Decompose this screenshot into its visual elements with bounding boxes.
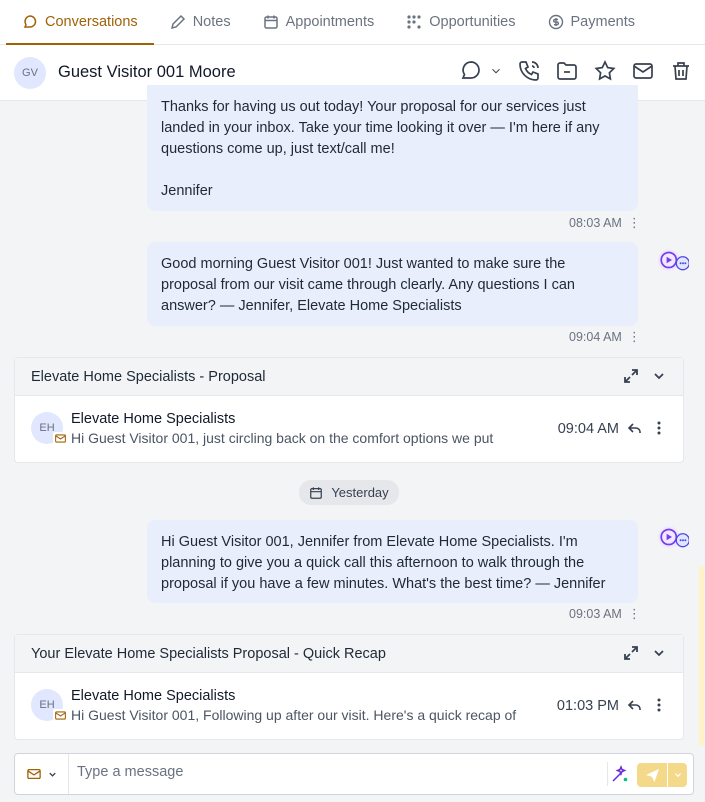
- email-subject: Elevate Home Specialists - Proposal: [31, 368, 266, 385]
- tab-appointments[interactable]: Appointments: [247, 0, 391, 44]
- more-icon[interactable]: ⋮: [628, 215, 641, 231]
- message-composer: [14, 753, 694, 795]
- message-meta: 08:03 AM ⋮: [569, 215, 641, 231]
- star-button[interactable]: [593, 59, 617, 83]
- message-bubble: Hi Guest Visitor 001, Jennifer from Elev…: [147, 520, 638, 603]
- tab-conversations[interactable]: Conversations: [6, 0, 154, 45]
- message-input[interactable]: [77, 764, 597, 780]
- folder-button[interactable]: [555, 59, 579, 83]
- chat-select-icon: [461, 61, 480, 79]
- message-text: Good morning Guest Visitor 001! Just wan…: [161, 256, 575, 314]
- sender-avatar: EH: [31, 689, 67, 721]
- email-subject: Your Elevate Home Specialists Proposal -…: [31, 645, 386, 662]
- tab-payments[interactable]: Payments: [532, 0, 651, 44]
- email-time: 09:04 AM: [557, 421, 619, 437]
- date-label: Yesterday: [331, 485, 389, 500]
- email-thread-card[interactable]: Your Elevate Home Specialists Proposal -…: [14, 634, 684, 740]
- mail-icon: [633, 63, 653, 79]
- phone-icon: [519, 61, 539, 81]
- envelope-icon: [53, 709, 67, 721]
- message-meta: 09:04 AM ⋮: [569, 329, 641, 345]
- pipeline-icon: [407, 15, 421, 29]
- dollar-icon: [548, 14, 563, 30]
- email-button[interactable]: [631, 59, 655, 83]
- avatar: GV: [14, 56, 46, 89]
- star-icon: [594, 60, 616, 81]
- email-sender: Elevate Home Specialists: [71, 688, 236, 704]
- tab-label: Conversations: [45, 14, 138, 30]
- reply-icon[interactable]: [627, 420, 643, 436]
- send-icon: [637, 763, 667, 787]
- chat-select-button[interactable]: [459, 59, 503, 83]
- calendar-icon: [263, 15, 278, 29]
- message-meta: 09:03 AM ⋮: [569, 606, 641, 622]
- email-snippet: Hi Guest Visitor 001, just circling back…: [71, 430, 494, 446]
- more-vertical-icon[interactable]: [651, 420, 667, 436]
- tab-label: Appointments: [285, 14, 375, 30]
- tab-opportunities[interactable]: Opportunities: [390, 0, 531, 44]
- chat-bubble-icon: [23, 15, 37, 28]
- message-bubble: Thanks for having us out today! Your pro…: [147, 85, 638, 211]
- header-actions: [459, 59, 693, 83]
- tab-label: Opportunities: [429, 14, 516, 30]
- message-time: 09:04 AM: [569, 330, 622, 344]
- email-snippet: Hi Guest Visitor 001, Following up after…: [71, 707, 517, 723]
- sender-avatar: EH: [31, 412, 67, 444]
- email-time: 01:03 PM: [556, 698, 619, 714]
- date-divider: Yesterday: [299, 480, 399, 505]
- expand-icon[interactable]: [623, 368, 639, 384]
- more-icon[interactable]: ⋮: [628, 329, 641, 345]
- chevron-down-icon: [492, 68, 500, 74]
- chevron-down-icon[interactable]: [651, 368, 667, 384]
- mail-icon: [26, 768, 41, 780]
- sparkle-icon: [611, 764, 627, 782]
- tab-label: Payments: [570, 14, 635, 30]
- scrollbar[interactable]: [699, 566, 704, 746]
- tab-bar: Conversations Notes Appointments Opportu…: [0, 0, 705, 45]
- expand-icon[interactable]: [623, 645, 639, 661]
- channel-selector[interactable]: [15, 754, 69, 794]
- chevron-down-icon[interactable]: [651, 645, 667, 661]
- contact-name: Guest Visitor 001 Moore: [58, 63, 236, 81]
- tab-notes[interactable]: Notes: [154, 0, 247, 44]
- email-preview[interactable]: EH Elevate Home Specialists Hi Guest Vis…: [15, 673, 683, 739]
- ai-bot-icon: [658, 526, 689, 548]
- trash-icon: [673, 62, 689, 80]
- message-text: Thanks for having us out today! Your pro…: [161, 99, 600, 199]
- chevron-down-icon: [48, 772, 56, 777]
- more-vertical-icon[interactable]: [651, 697, 667, 713]
- call-button[interactable]: [517, 59, 541, 83]
- email-sender: Elevate Home Specialists: [71, 411, 236, 427]
- email-thread-card[interactable]: Elevate Home Specialists - Proposal EH E…: [14, 357, 684, 463]
- tab-label: Notes: [192, 14, 231, 30]
- send-button[interactable]: [637, 763, 687, 787]
- envelope-icon: [53, 432, 67, 444]
- ai-bot-icon: [658, 249, 689, 271]
- message-bubble: Good morning Guest Visitor 001! Just wan…: [147, 242, 638, 326]
- delete-button[interactable]: [669, 59, 693, 83]
- email-preview[interactable]: EH Elevate Home Specialists Hi Guest Vis…: [15, 396, 683, 462]
- pencil-icon: [170, 14, 185, 30]
- reply-icon[interactable]: [627, 697, 643, 713]
- message-time: 08:03 AM: [569, 216, 622, 230]
- chevron-down-icon[interactable]: [667, 763, 687, 787]
- ai-assist-button[interactable]: [607, 762, 631, 786]
- email-subject-bar: Your Elevate Home Specialists Proposal -…: [15, 635, 683, 673]
- message-time: 09:03 AM: [569, 607, 622, 621]
- message-text: Hi Guest Visitor 001, Jennifer from Elev…: [161, 534, 606, 592]
- calendar-icon: [310, 486, 323, 499]
- email-subject-bar: Elevate Home Specialists - Proposal: [15, 358, 683, 396]
- folder-icon: [557, 62, 577, 80]
- more-icon[interactable]: ⋮: [628, 606, 641, 622]
